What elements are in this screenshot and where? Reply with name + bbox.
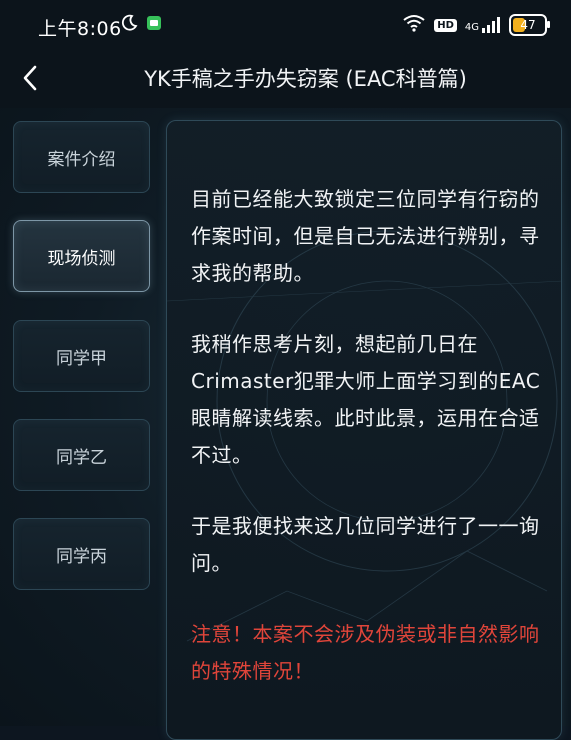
- cell-signal-icon: 4G: [465, 17, 501, 33]
- sidebar-item-label: 案件介绍: [47, 149, 116, 170]
- sidebar-item-scene-detection[interactable]: 现场侦测: [13, 220, 150, 292]
- wifi-icon: [402, 14, 426, 36]
- battery-level: 47: [520, 18, 536, 32]
- status-right-icons: HD 4G 47: [402, 14, 550, 36]
- nav-bar: YK手稿之手办失窃案 (EAC科普篇): [0, 52, 571, 108]
- hd-badge: HD: [434, 18, 457, 32]
- sidebar-item-label: 同学丙: [56, 546, 107, 567]
- content-paragraph: 我稍作思考片刻，想起前几日在Crimaster犯罪大师上面学习到的EAC眼睛解读…: [191, 332, 541, 467]
- sidebar-item-classmate-b[interactable]: 同学乙: [13, 419, 150, 491]
- warning-text: 注意！本案不会涉及伪装或非自然影响的特殊情况！: [191, 622, 540, 683]
- network-type: 4G: [464, 22, 479, 33]
- content-text: 目前已经能大致锁定三位同学有行窃的作案时间，但是自己无法进行辨别，寻求我的帮助。…: [191, 181, 541, 724]
- sidebar-item-case-intro[interactable]: 案件介绍: [13, 121, 150, 193]
- status-time: 上午8:06: [38, 18, 122, 40]
- page-title: YK手稿之手办失窃案 (EAC科普篇): [144, 67, 467, 91]
- content-paragraph: 目前已经能大致锁定三位同学有行窃的作案时间，但是自己无法进行辨别，寻求我的帮助。: [191, 187, 540, 285]
- status-left-icons: [120, 14, 162, 36]
- moon-icon: [120, 14, 138, 36]
- app-notification-icon: [146, 15, 162, 35]
- sidebar-item-label: 现场侦测: [47, 248, 116, 269]
- content-paragraph: 于是我便找来这几位同学进行了一一询问。: [191, 514, 540, 575]
- content-panel[interactable]: 目前已经能大致锁定三位同学有行窃的作案时间，但是自己无法进行辨别，寻求我的帮助。…: [166, 120, 562, 740]
- sidebar-item-classmate-a[interactable]: 同学甲: [13, 320, 150, 392]
- chevron-left-icon: [20, 64, 40, 96]
- sidebar-item-label: 同学乙: [56, 447, 107, 468]
- battery-icon: 47: [509, 14, 550, 36]
- status-bar: 上午8:06 HD 4G 47: [0, 0, 571, 52]
- sidebar-item-classmate-c[interactable]: 同学丙: [13, 518, 150, 590]
- sidebar-item-label: 同学甲: [56, 348, 107, 369]
- back-button[interactable]: [10, 58, 50, 102]
